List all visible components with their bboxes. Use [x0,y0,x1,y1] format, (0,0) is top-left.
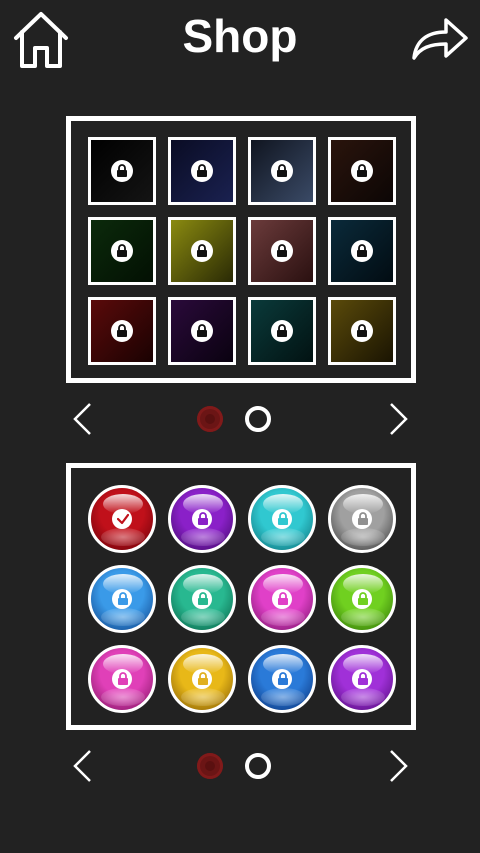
lock-icon [111,160,133,182]
lock-icon [112,589,132,609]
background-tile[interactable] [328,137,396,205]
lock-icon [191,320,213,342]
ball-selection-panel [66,463,416,730]
lock-icon [272,669,292,689]
lock-icon [352,669,372,689]
ball-glow [101,608,145,626]
ball-option[interactable] [168,485,236,553]
lock-icon [272,509,292,529]
lock-icon [192,669,212,689]
ball-glow [181,688,225,706]
ball-pager [0,745,480,785]
lock-icon [351,160,373,182]
lock-icon [191,160,213,182]
lock-icon [351,320,373,342]
ball-glow [261,688,305,706]
lock-icon [271,320,293,342]
ball-glow [261,608,305,626]
ball-glow [101,688,145,706]
lock-icon [352,509,372,529]
page-dot-inactive[interactable] [245,406,271,432]
background-tile[interactable] [168,217,236,285]
background-tile[interactable] [328,297,396,365]
chevron-right-icon [390,750,408,782]
background-next-button[interactable] [385,402,411,436]
ball-glow [341,528,385,546]
background-tile[interactable] [248,137,316,205]
background-tile[interactable] [328,217,396,285]
ball-option[interactable] [248,645,316,713]
background-tile[interactable] [248,297,316,365]
background-tile[interactable] [168,137,236,205]
ball-option[interactable] [328,645,396,713]
lock-icon [271,160,293,182]
ball-glow [101,528,145,546]
ball-option[interactable] [248,565,316,633]
chevron-left-icon [73,403,91,435]
ball-option[interactable] [328,565,396,633]
page-dot-active[interactable] [197,753,223,779]
background-selection-panel [66,116,416,383]
ball-glow [341,688,385,706]
ball-option[interactable] [168,565,236,633]
ball-prev-button[interactable] [70,749,96,783]
ball-option[interactable] [168,645,236,713]
page-title: Shop [182,10,298,62]
ball-next-button[interactable] [385,749,411,783]
lock-icon [112,669,132,689]
lock-icon [352,589,372,609]
share-arrow-icon [412,18,468,60]
page-dot-inactive[interactable] [245,753,271,779]
chevron-right-icon [390,403,408,435]
background-tile[interactable] [168,297,236,365]
ball-option[interactable] [248,485,316,553]
background-pager [0,398,480,438]
ball-option[interactable] [328,485,396,553]
lock-icon [191,240,213,262]
ball-glow [181,608,225,626]
lock-icon [192,589,212,609]
checkmark-icon [112,509,132,529]
lock-icon [271,240,293,262]
ball-glow [341,608,385,626]
background-tile[interactable] [88,137,156,205]
share-button[interactable] [410,14,470,64]
ball-glow [261,528,305,546]
top-bar: Shop [0,0,480,80]
lock-icon [272,589,292,609]
ball-option[interactable] [88,485,156,553]
background-tile[interactable] [88,297,156,365]
background-tile[interactable] [248,217,316,285]
lock-icon [192,509,212,529]
background-tile[interactable] [88,217,156,285]
ball-glow [181,528,225,546]
background-prev-button[interactable] [70,402,96,436]
lock-icon [111,240,133,262]
page-dot-active[interactable] [197,406,223,432]
lock-icon [111,320,133,342]
chevron-left-icon [73,750,91,782]
ball-option[interactable] [88,645,156,713]
lock-icon [351,240,373,262]
ball-option[interactable] [88,565,156,633]
